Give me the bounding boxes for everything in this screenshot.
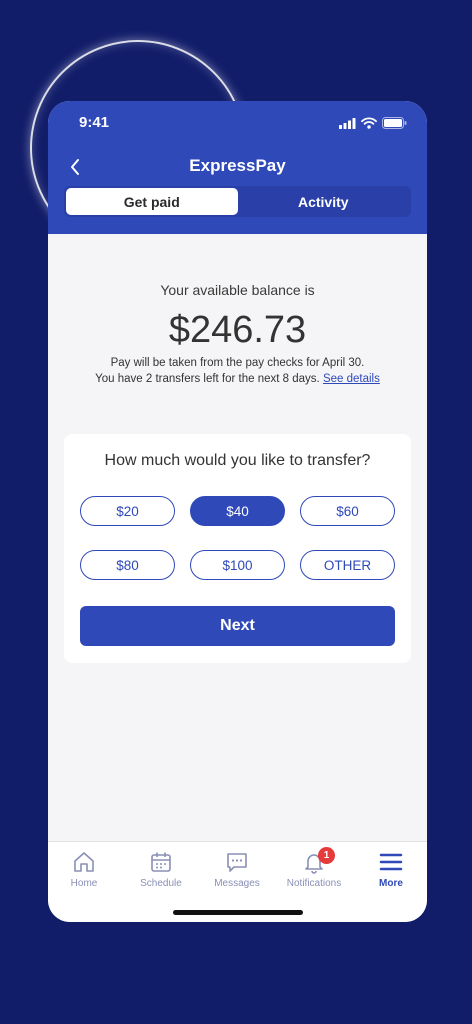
signal-icon (339, 117, 356, 129)
balance-note: Pay will be taken from the pay checks fo… (48, 355, 427, 387)
chat-icon (227, 853, 247, 872)
home-icon (74, 852, 94, 872)
transfer-card: How much would you like to transfer? $20… (64, 434, 411, 663)
status-time: 9:41 (79, 114, 110, 131)
app-header: 9:41 ExpressPay Get paid Activity (48, 101, 427, 234)
see-details-link[interactable]: See details (323, 373, 380, 385)
amount-option-60[interactable]: $60 (300, 496, 395, 526)
tabbar-label-notifications: Notifications (286, 878, 342, 889)
amount-option-40[interactable]: $40 (190, 496, 285, 526)
balance-note-line-1: Pay will be taken from the pay checks fo… (110, 357, 365, 369)
next-button[interactable]: Next (80, 606, 395, 646)
amount-option-20[interactable]: $20 (80, 496, 175, 526)
amount-option-80[interactable]: $80 (80, 550, 175, 580)
balance-amount: $246.73 (168, 309, 307, 351)
amount-option-other[interactable]: OTHER (300, 550, 395, 580)
tabbar-label-more: More (379, 878, 403, 889)
tab-get-paid[interactable]: Get paid (66, 188, 238, 215)
tabbar-item-home[interactable]: Home (48, 850, 122, 889)
page-title: ExpressPay (189, 156, 286, 175)
calendar-icon (151, 852, 171, 872)
transfers-left-text: You have 2 transfers left for the next 8… (95, 373, 320, 385)
tabbar-label-home: Home (70, 878, 98, 889)
tabbar-item-notifications[interactable]: 1 Notifications (276, 847, 352, 889)
tabbar-item-more[interactable]: More (353, 850, 427, 889)
tabbar-item-schedule[interactable]: Schedule (123, 850, 199, 889)
phone-screen: 9:41 ExpressPay Get paid Activity Your a… (48, 101, 427, 922)
tabbar-label-messages: Messages (214, 878, 260, 889)
amount-option-100[interactable]: $100 (190, 550, 285, 580)
wifi-icon (361, 117, 377, 129)
tab-activity[interactable]: Activity (238, 188, 410, 215)
balance-note-line-2: You have 2 transfers left for the next 8… (48, 371, 427, 387)
transfer-question: How much would you like to transfer? (104, 452, 371, 469)
home-indicator (173, 910, 303, 915)
notification-badge: 1 (318, 847, 335, 864)
balance-label: Your available balance is (160, 282, 315, 298)
tabbar-label-schedule: Schedule (140, 878, 182, 889)
menu-icon (379, 853, 403, 871)
segmented-tabs: Get paid Activity (64, 186, 411, 217)
battery-icon (382, 117, 407, 129)
status-icons (339, 117, 407, 129)
tabbar-item-messages[interactable]: Messages (199, 850, 275, 889)
